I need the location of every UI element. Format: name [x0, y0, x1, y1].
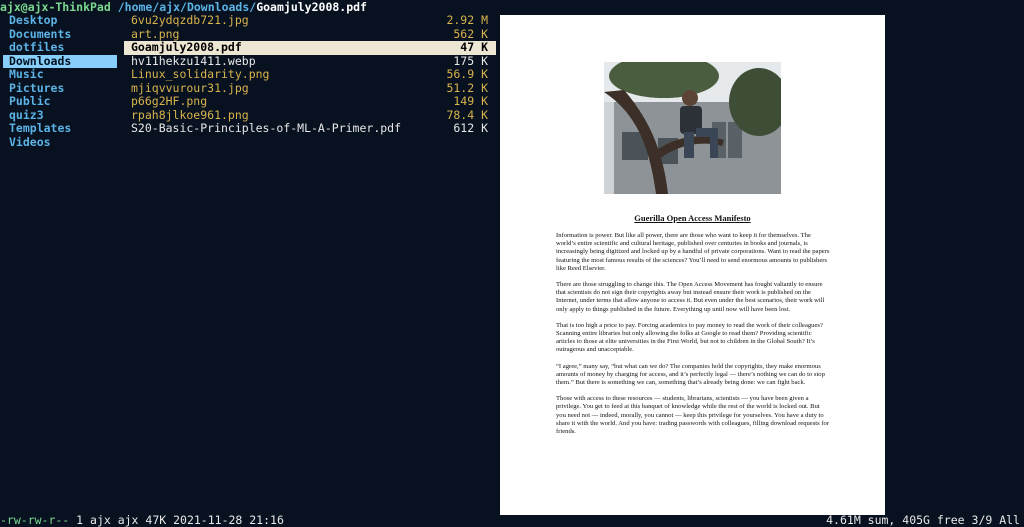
- file-row[interactable]: hv11hekzu1411.webp 175 K: [124, 53, 496, 69]
- file-row[interactable]: art.png 562 K: [124, 26, 496, 42]
- file-size: 2.92 M: [446, 13, 488, 27]
- parent-item-desktop[interactable]: Desktop: [3, 13, 117, 28]
- file-name: 6vu2ydqzdb721.jpg: [131, 13, 249, 27]
- file-size: 612 K: [453, 121, 488, 135]
- parent-item-templates[interactable]: Templates: [3, 121, 117, 136]
- parent-item-videos[interactable]: Videos: [3, 135, 117, 150]
- parent-item-dotfiles[interactable]: dotfiles: [3, 40, 117, 55]
- photo-illustration: [604, 62, 781, 194]
- file-name: art.png: [131, 26, 180, 41]
- file-name: Goamjuly2008.pdf: [131, 40, 242, 54]
- file-name: S20-Basic-Principles-of-ML-A-Primer.pdf: [131, 121, 402, 135]
- parent-item-documents[interactable]: Documents: [3, 27, 117, 42]
- current-file: Goamjuly2008.pdf: [256, 0, 367, 14]
- file-size: 175 K: [453, 53, 488, 68]
- file-info: -rw-rw-r-- 1 ajx ajx 47K 2021-11-28 21:1…: [0, 513, 284, 527]
- file-size: 562 K: [453, 26, 488, 41]
- file-row[interactable]: mjiqvvurour31.jpg 51.2 K: [124, 80, 496, 96]
- file-row[interactable]: S20-Basic-Principles-of-ML-A-Primer.pdf …: [124, 121, 496, 136]
- parent-item-music[interactable]: Music: [3, 67, 117, 82]
- file-permissions: -rw-rw-r--: [0, 513, 70, 527]
- file-details: 1 ajx ajx 47K 2021-11-28 21:16: [69, 513, 284, 527]
- file-row[interactable]: 6vu2ydqzdb721.jpg 2.92 M: [124, 13, 496, 28]
- file-size: 56.9 K: [446, 67, 488, 81]
- host-label: ajx@ajx-ThinkPad: [0, 0, 111, 14]
- status-summary: 4.61M sum, 405G free 3/9 All: [826, 513, 1020, 527]
- file-size: 78.4 K: [446, 107, 488, 122]
- file-row[interactable]: p66g2HF.png 149 K: [124, 94, 496, 109]
- document-paragraph: That is too high a price to pay. Forcing…: [556, 321, 823, 354]
- file-name: mjiqvvurour31.jpg: [131, 80, 249, 95]
- file-size: 47 K: [460, 40, 488, 54]
- parent-item-quiz3[interactable]: quiz3: [3, 108, 117, 123]
- parent-item-pictures[interactable]: Pictures: [3, 81, 117, 96]
- file-name: Linux_solidarity.png: [131, 67, 270, 81]
- file-row[interactable]: rpah8jlkoe961.png 78.4 K: [124, 107, 496, 123]
- document-paragraph: There are those struggling to change thi…: [556, 281, 825, 313]
- file-size: 149 K: [453, 94, 488, 108]
- document-title: Guerilla Open Access Manifesto: [634, 213, 751, 223]
- parent-item-public[interactable]: Public: [3, 94, 117, 109]
- file-name: p66g2HF.png: [131, 94, 208, 108]
- parent-item-downloads[interactable]: Downloads: [3, 54, 117, 68]
- title-bar: ajx@ajx-ThinkPad /home/ajx/Downloads/Goa…: [0, 0, 367, 14]
- pdf-preview: Guerilla Open Access Manifesto Informati…: [500, 15, 885, 515]
- file-row[interactable]: Linux_solidarity.png 56.9 K: [124, 67, 496, 82]
- parent-directory-list: Desktop Documents dotfiles Downloads Mus…: [3, 13, 117, 150]
- file-size: 51.2 K: [446, 80, 488, 95]
- document-paragraph: Information is power. But like all power…: [556, 232, 830, 272]
- file-list: 6vu2ydqzdb721.jpg 2.92 M art.png 562 K G…: [124, 13, 496, 136]
- file-name: rpah8jlkoe961.png: [131, 107, 249, 122]
- file-name: hv11hekzu1411.webp: [131, 53, 256, 68]
- document-body: Information is power. But like all power…: [556, 232, 830, 444]
- current-path: /home/ajx/Downloads/: [117, 0, 257, 14]
- document-paragraph: Those with access to these resources — s…: [556, 395, 830, 436]
- preview-photo: [604, 62, 781, 194]
- status-bar: -rw-rw-r-- 1 ajx ajx 47K 2021-11-28 21:1…: [0, 513, 1024, 527]
- document-paragraph: “I agree,” many say, “but what can we do…: [556, 362, 825, 387]
- file-row-selected[interactable]: Goamjuly2008.pdf 47 K: [124, 40, 496, 55]
